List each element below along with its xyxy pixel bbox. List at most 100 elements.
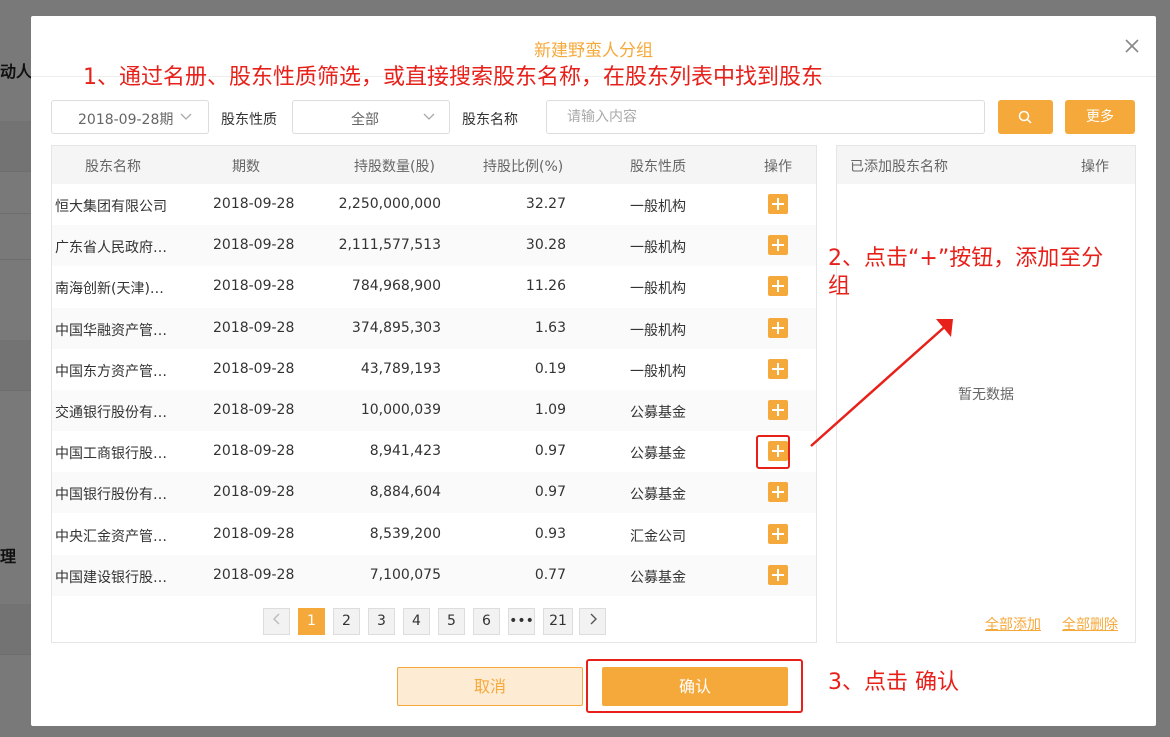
cell-shares: 2,250,000,000 <box>338 196 441 212</box>
shareholder-name-label: 股东名称 <box>462 112 518 128</box>
table-row: 中国银行股份有… 2018-09-28 8,884,604 0.97 公募基金 <box>52 472 816 514</box>
cell-period: 2018-09-28 <box>213 443 295 460</box>
cell-type: 一般机构 <box>630 240 686 257</box>
annotation-step3: 3、点击 确认 <box>828 670 959 695</box>
cell-ratio: 32.27 <box>525 196 566 212</box>
prev-page-button[interactable] <box>263 608 290 635</box>
page-button[interactable]: 5 <box>438 608 465 635</box>
add-shareholder-button[interactable] <box>768 317 788 338</box>
table-row: 南海创新(天津)… 2018-09-28 784,968,900 11.26 一般机构 <box>52 266 816 307</box>
cell-period: 2018-09-28 <box>213 402 295 418</box>
annotation-highlight-confirm <box>586 659 803 713</box>
cell-name: 中国东方资产管… <box>55 363 167 380</box>
cell-ratio: 0.19 <box>534 360 566 377</box>
cell-period: 2018-09-28 <box>213 360 295 377</box>
search-button[interactable] <box>998 100 1053 134</box>
close-icon[interactable] <box>1124 38 1140 54</box>
table-row: 中国华融资产管… 2018-09-28 374,895,303 1.63 一般机构 <box>52 307 816 349</box>
cell-shares: 10,000,039 <box>360 402 441 418</box>
selected-header-action: 操作 <box>1081 159 1109 175</box>
cell-name: 中国华融资产管… <box>55 322 167 339</box>
table-header: 股东名称 期数 持股数量(股) 持股比例(%) 股东性质 操作 <box>52 146 816 184</box>
cell-ratio: 0.97 <box>534 484 566 501</box>
cell-type: 一般机构 <box>630 281 686 298</box>
table-row: 中央汇金资产管… 2018-09-28 8,539,200 0.93 汇金公司 <box>52 514 816 555</box>
cell-ratio: 30.28 <box>525 237 566 254</box>
add-shareholder-button[interactable] <box>768 194 788 214</box>
page-button[interactable]: ••• <box>508 608 535 635</box>
cell-shares: 8,941,423 <box>369 443 441 460</box>
cell-period: 2018-09-28 <box>213 319 295 336</box>
table-row: 中国工商银行股… 2018-09-28 8,941,423 0.97 公募基金 <box>52 431 816 472</box>
cell-shares: 7,100,075 <box>369 566 441 583</box>
cell-ratio: 11.26 <box>525 278 566 295</box>
page-button[interactable]: 21 <box>543 608 573 635</box>
cell-type: 公募基金 <box>630 487 686 504</box>
header-ratio: 持股比例(%) <box>483 159 564 175</box>
page-button[interactable]: 4 <box>403 608 430 635</box>
table-row: 中国东方资产管… 2018-09-28 43,789,193 0.19 一般机构 <box>52 349 816 390</box>
cell-name: 广东省人民政府… <box>55 240 167 257</box>
chevron-down-icon <box>423 113 435 120</box>
cell-ratio: 0.77 <box>534 566 566 583</box>
cell-name: 南海创新(天津)… <box>55 281 164 298</box>
page-button[interactable]: 2 <box>333 608 360 635</box>
page-button[interactable]: 3 <box>368 608 395 635</box>
cell-period: 2018-09-28 <box>213 484 295 501</box>
cell-ratio: 1.63 <box>534 319 566 336</box>
add-shareholder-button[interactable] <box>768 276 788 297</box>
cell-type: 公募基金 <box>630 405 686 421</box>
cell-shares: 43,789,193 <box>360 360 441 377</box>
page-button[interactable]: 1 <box>298 608 325 635</box>
more-button[interactable]: 更多 <box>1065 100 1135 134</box>
add-shareholder-button[interactable] <box>768 358 788 379</box>
cell-name: 中国建设银行股… <box>55 569 167 586</box>
search-icon <box>1018 110 1032 124</box>
cell-shares: 8,884,604 <box>369 484 441 501</box>
cell-period: 2018-09-28 <box>213 237 295 254</box>
next-page-button[interactable] <box>579 608 606 635</box>
annotation-step2-line2: 组 <box>828 274 851 299</box>
cell-name: 交通银行股份有… <box>55 405 167 421</box>
annotation-arrow <box>810 319 953 447</box>
shareholder-type-label: 股东性质 <box>221 112 277 128</box>
add-shareholder-button[interactable] <box>768 235 788 256</box>
table-row: 恒大集团有限公司 2018-09-28 2,250,000,000 32.27 一般机构 <box>52 184 816 225</box>
annotation-step2-line1: 2、点击“+”按钮，添加至分 <box>828 246 1104 271</box>
shareholder-type-select[interactable]: 全部 <box>292 100 450 134</box>
header-type: 股东性质 <box>630 159 686 175</box>
add-shareholder-button[interactable] <box>768 400 788 420</box>
header-shares: 持股数量(股) <box>354 159 435 175</box>
cell-type: 一般机构 <box>630 199 686 215</box>
table-row: 广东省人民政府… 2018-09-28 2,111,577,513 30.28 一般机构 <box>52 225 816 267</box>
search-input[interactable] <box>565 108 969 126</box>
cell-shares: 2,111,577,513 <box>338 237 441 254</box>
add-shareholder-button[interactable] <box>768 482 788 503</box>
annotation-step1: 1、通过名册、股东性质筛选，或直接搜索股东名称，在股东列表中找到股东 <box>83 65 823 90</box>
cell-name: 恒大集团有限公司 <box>55 199 167 215</box>
header-name: 股东名称 <box>85 159 141 175</box>
cell-period: 2018-09-28 <box>213 278 295 295</box>
annotation-step2: 2、点击“+”按钮，添加至分 组 <box>828 245 1103 301</box>
delete-all-link[interactable]: 全部删除 <box>1062 614 1118 634</box>
page-button[interactable]: 6 <box>473 608 500 635</box>
add-all-link[interactable]: 全部添加 <box>985 614 1041 634</box>
period-select-value: 2018-09-28期 <box>78 112 174 128</box>
cell-period: 2018-09-28 <box>213 525 295 542</box>
header-action: 操作 <box>764 159 792 175</box>
cell-name: 中国银行股份有… <box>55 487 167 504</box>
cell-shares: 374,895,303 <box>351 319 441 336</box>
cell-type: 公募基金 <box>630 569 686 586</box>
shareholder-name-search <box>546 100 985 134</box>
table-row: 交通银行股份有… 2018-09-28 10,000,039 1.09 公募基金 <box>52 390 816 431</box>
cell-shares: 784,968,900 <box>351 278 441 295</box>
new-group-dialog: 新建野蛮人分组 1、通过名册、股东性质筛选，或直接搜索股东名称，在股东列表中找到… <box>31 16 1156 726</box>
cell-name: 中国工商银行股… <box>55 446 167 463</box>
period-select[interactable]: 2018-09-28期 <box>51 100 209 134</box>
shareholder-table: 股东名称 期数 持股数量(股) 持股比例(%) 股东性质 操作 恒大集团有限公司… <box>51 145 817 643</box>
cancel-button[interactable]: 取消 <box>397 667 583 706</box>
add-shareholder-button[interactable] <box>768 564 788 585</box>
selected-header: 已添加股东名称 操作 <box>837 146 1135 184</box>
add-shareholder-button[interactable] <box>768 523 788 544</box>
cell-name: 中央汇金资产管… <box>55 528 167 545</box>
